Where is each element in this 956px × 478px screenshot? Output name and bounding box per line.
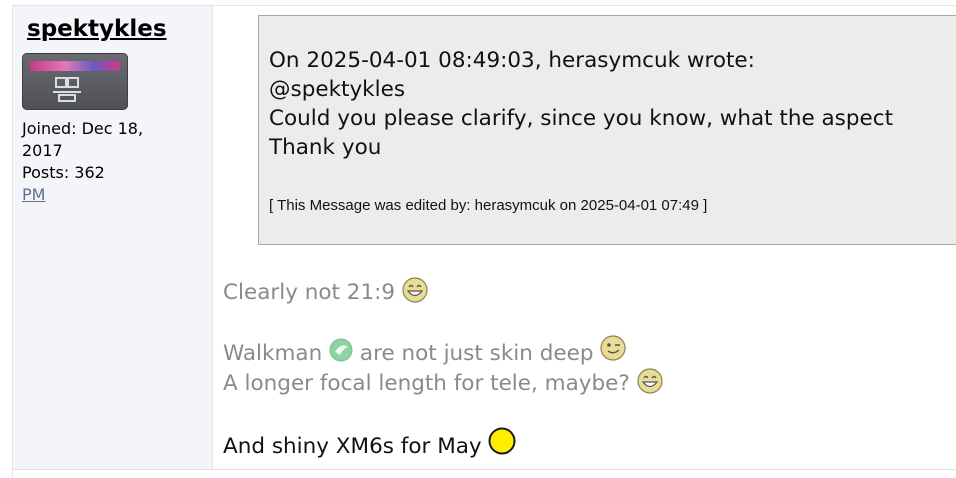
post-text-focal-length: A longer focal length for tele, maybe?	[223, 371, 630, 396]
post-line-2: Walkman are not just skin deep	[223, 335, 626, 368]
quote-header: On 2025-04-01 08:49:03, herasymcuk wrote…	[269, 48, 755, 73]
post-line-1: Clearly not 21:9	[223, 277, 428, 307]
post-text-skin-deep: are not just skin deep	[359, 341, 594, 366]
author-joined-line1: Joined: Dec 18,	[22, 119, 144, 138]
author-posts: Posts: 362	[22, 163, 105, 182]
post-text-walkman: Walkman	[223, 341, 323, 366]
post-line-3: A longer focal length for tele, maybe?	[223, 368, 663, 398]
avatar-logo-mark	[50, 75, 84, 103]
laughing-smiley-icon	[637, 368, 663, 394]
quote-line-mention: @spektykles	[269, 77, 406, 102]
quote-edit-note: [ This Message was edited by: herasymcuk…	[269, 197, 708, 214]
quote-line-thanks: Thank you	[269, 135, 382, 160]
laughing-smiley-icon	[402, 277, 428, 303]
avatar-stripe-decoration	[30, 61, 120, 71]
post-bottom-border	[12, 469, 956, 470]
wink-smiley-icon	[600, 335, 626, 361]
post-line-4: And shiny XM6s for May	[223, 427, 516, 461]
author-sidebar: spektykles Joined: Dec 18, 2017 Posts: 3…	[13, 6, 213, 469]
quote-line-question: Could you please clarify, since you know…	[269, 106, 894, 131]
pm-link[interactable]: PM	[22, 185, 45, 204]
author-joined-line2: 2017	[22, 141, 63, 160]
quote-text: On 2025-04-01 08:49:03, herasymcuk wrote…	[269, 46, 893, 162]
post-text-xm6s: And shiny XM6s for May	[223, 434, 482, 459]
yellow-circle-smiley-icon	[488, 427, 516, 455]
walkman-logo-icon	[329, 338, 353, 362]
author-avatar[interactable]	[22, 53, 128, 110]
author-username-link[interactable]: spektykles	[27, 16, 167, 42]
author-meta: Joined: Dec 18, 2017 Posts: 362 PM	[22, 118, 202, 206]
post-text-clearly: Clearly not 21:9	[223, 280, 396, 305]
quote-block: On 2025-04-01 08:49:03, herasymcuk wrote…	[258, 15, 956, 245]
